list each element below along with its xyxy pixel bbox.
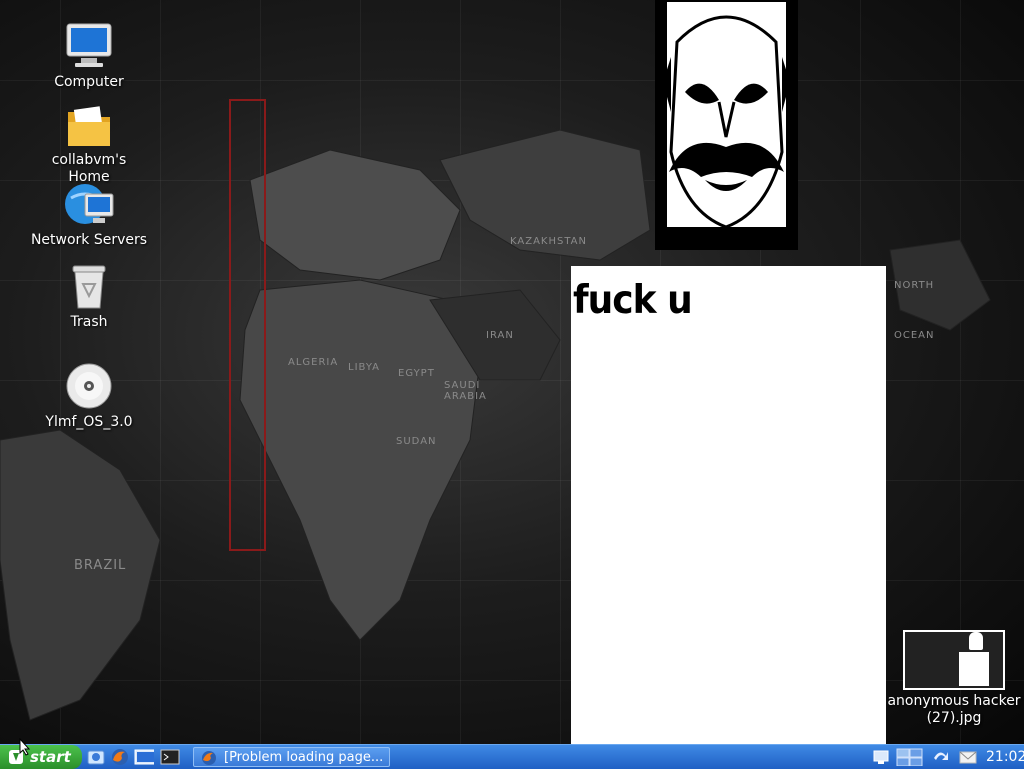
task-button-label: [Problem loading page...: [224, 750, 384, 765]
mouse-cursor: [19, 738, 31, 756]
map-label: SAUDI ARABIA: [444, 380, 487, 402]
home-icon[interactable]: [86, 748, 106, 766]
desktop-icon-cd[interactable]: Ylmf_OS_3.0: [29, 362, 149, 431]
desktop-icon-label: Ylmf_OS_3.0: [45, 414, 133, 430]
map-label: SUDAN: [396, 436, 437, 447]
map-label: ALGERIA: [288, 357, 339, 368]
computer-icon: [66, 23, 112, 67]
network-icon[interactable]: [872, 748, 890, 766]
desktop-icon-label: Computer: [54, 74, 124, 90]
note-text: fuck u: [573, 277, 693, 324]
mail-icon[interactable]: [958, 748, 978, 766]
desktop-icon-image-file[interactable]: anonymous hacker (27).jpg: [884, 630, 1024, 727]
firefox-icon[interactable]: [110, 748, 130, 766]
terminal-icon[interactable]: [160, 748, 180, 766]
map-label: IRAN: [486, 330, 514, 341]
desktop-icon-home[interactable]: collabvm's Home: [29, 104, 149, 186]
map-label: BRAZIL: [74, 558, 127, 573]
map-label: EGYPT: [398, 368, 435, 379]
mask-face-image: [657, 2, 796, 248]
updates-icon[interactable]: [930, 748, 950, 766]
desktop-icon-trash[interactable]: Trash: [29, 262, 149, 331]
desktop-icon[interactable]: [134, 748, 154, 766]
note-image-window[interactable]: fuck u: [571, 266, 886, 744]
home-folder-icon: [68, 106, 110, 146]
browser-task-icon: [202, 751, 216, 765]
mask-image-window[interactable]: [655, 0, 798, 250]
map-label: KAZAKHSTAN: [510, 236, 587, 247]
map-label: NORTH: [894, 280, 935, 291]
cd-disc-icon: [66, 363, 112, 409]
map-label: OCEAN: [894, 330, 935, 341]
taskbar: start [Problem loading page... 21:02: [0, 744, 1024, 769]
start-button[interactable]: start: [0, 745, 82, 769]
network-servers-icon: [65, 184, 114, 224]
map-label: LIBYA: [348, 362, 381, 373]
desktop-icon-computer[interactable]: Computer: [29, 22, 149, 91]
desktop-icon-network-servers[interactable]: Network Servers: [29, 180, 149, 249]
file-label: anonymous hacker (27).jpg: [887, 693, 1021, 726]
image-thumbnail: [903, 630, 1005, 690]
workspace-switcher-icon[interactable]: [896, 748, 924, 766]
desktop[interactable]: ALGERIA LIBYA EGYPT SUDAN SAUDI ARABIA I…: [0, 0, 1024, 744]
clock[interactable]: 21:02: [986, 745, 1024, 769]
task-button-browser[interactable]: [Problem loading page...: [193, 747, 390, 767]
desktop-icon-label: Trash: [70, 314, 108, 330]
desktop-icon-label: Network Servers: [30, 232, 148, 248]
start-label: start: [30, 748, 71, 766]
trash-icon: [72, 265, 106, 309]
